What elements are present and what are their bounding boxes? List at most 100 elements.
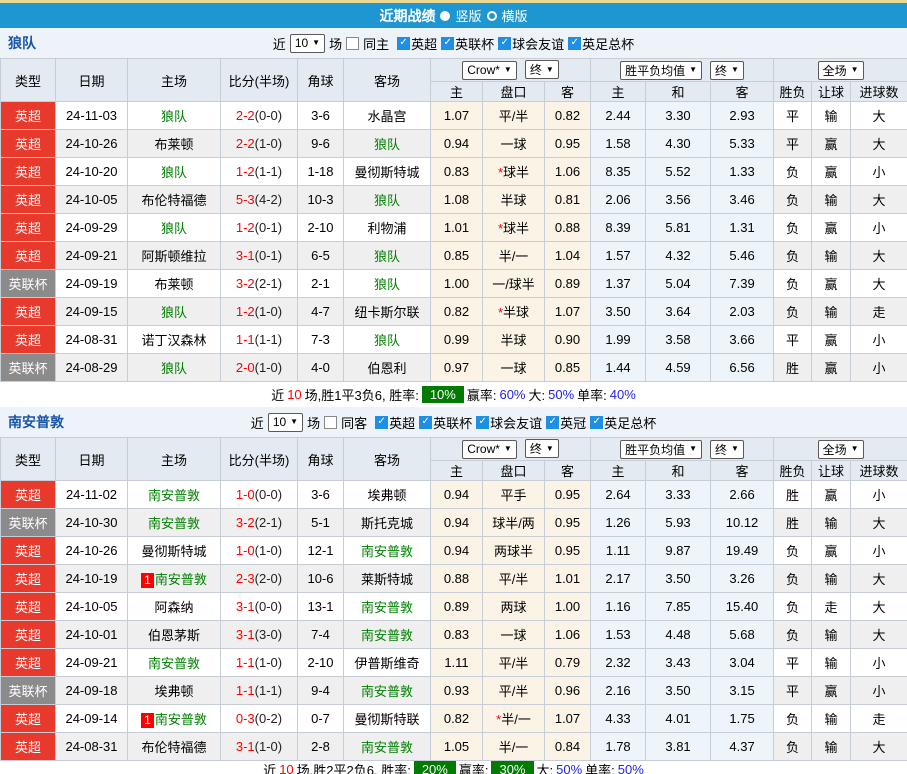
- home-team: 诺丁汉森林: [128, 326, 221, 354]
- league-badge: 英超: [1, 705, 56, 733]
- match-date: 24-11-02: [56, 481, 128, 509]
- euro-odds-draw: 3.30: [646, 102, 711, 130]
- match-date: 24-09-21: [56, 242, 128, 270]
- league-checkbox-label[interactable]: 英足总杯: [582, 34, 634, 53]
- halftime-score: (1-0): [255, 304, 282, 319]
- result-handicap: 输: [812, 102, 851, 130]
- same-venue-label[interactable]: 同客: [341, 413, 367, 432]
- vertical-layout-label[interactable]: 竖版: [455, 6, 481, 25]
- league-checkbox-label[interactable]: 球会友谊: [490, 413, 542, 432]
- red-card-badge: 1: [141, 713, 154, 728]
- scope-select[interactable]: 全场▼: [818, 440, 864, 459]
- result-wdl: 平: [774, 130, 812, 158]
- vertical-layout-radio[interactable]: [440, 11, 450, 21]
- fulltime-score: 3-1: [236, 739, 255, 754]
- col-euro-home: 主: [591, 82, 646, 102]
- corner-score: 10-3: [298, 186, 344, 214]
- league-checkbox[interactable]: ✓: [419, 416, 432, 429]
- halftime-score: (3-0): [255, 627, 282, 642]
- league-checkbox[interactable]: ✓: [476, 416, 489, 429]
- odds-stage-select[interactable]: 终▼: [525, 439, 559, 458]
- league-checkbox[interactable]: ✓: [375, 416, 388, 429]
- handicap-line-text: 平/半: [499, 109, 529, 124]
- match-row: 英联杯24-09-19布莱顿3-2(2-1)2-1狼队1.00一/球半0.891…: [1, 270, 907, 298]
- league-checkbox-label[interactable]: 英足总杯: [604, 413, 656, 432]
- league-filter-group: ✓英超✓英联杯✓球会友谊✓英冠✓英足总杯: [371, 413, 656, 432]
- result-goals: 大: [851, 733, 907, 761]
- home-team: 布伦特福德: [128, 186, 221, 214]
- home-team-name: 曼彻斯特城: [141, 544, 206, 559]
- handicap-odds-away: 0.95: [545, 509, 591, 537]
- corner-score: 3-6: [298, 102, 344, 130]
- result-handicap: 赢: [812, 537, 851, 565]
- match-date: 24-11-03: [56, 102, 128, 130]
- result-goals: 小: [851, 537, 907, 565]
- score: 3-1(0-0): [221, 593, 298, 621]
- chevron-down-icon: ▼: [731, 66, 739, 74]
- handicap-line-text: 半/一: [501, 712, 531, 727]
- scope-select[interactable]: 全场▼: [818, 61, 864, 80]
- euro-provider-select[interactable]: 胜平负均值▼: [620, 440, 702, 459]
- same-venue-label[interactable]: 同主: [363, 34, 389, 53]
- match-date: 24-10-19: [56, 565, 128, 593]
- match-date: 24-10-05: [56, 593, 128, 621]
- league-badge: 英超: [1, 621, 56, 649]
- fulltime-score: 1-0: [236, 487, 255, 502]
- handicap-odds-home: 0.85: [431, 242, 483, 270]
- away-team: 南安普敦: [344, 537, 431, 565]
- result-handicap: 输: [812, 705, 851, 733]
- fulltime-score: 3-1: [236, 627, 255, 642]
- home-team: 阿森纳: [128, 593, 221, 621]
- league-checkbox-label[interactable]: 英冠: [560, 413, 586, 432]
- euro-stage-select[interactable]: 终▼: [710, 61, 744, 80]
- score: 5-3(4-2): [221, 186, 298, 214]
- odds-stage-select[interactable]: 终▼: [525, 60, 559, 79]
- same-venue-checkbox[interactable]: [346, 37, 359, 50]
- horizontal-layout-label[interactable]: 横版: [502, 6, 528, 25]
- result-wdl: 负: [774, 214, 812, 242]
- score: 1-2(0-1): [221, 214, 298, 242]
- home-team-name: 诺丁汉森林: [141, 333, 206, 348]
- league-checkbox-label[interactable]: 英联杯: [455, 34, 494, 53]
- euro-stage-select[interactable]: 终▼: [710, 440, 744, 459]
- col-euro-away: 客: [711, 461, 774, 481]
- match-row: 英超24-09-15狼队1-2(1-0)4-7纽卡斯尔联0.82*半球1.073…: [1, 298, 907, 326]
- same-venue-checkbox[interactable]: [324, 416, 337, 429]
- euro-odds-away: 5.33: [711, 130, 774, 158]
- league-checkbox[interactable]: ✓: [441, 37, 454, 50]
- horizontal-layout-radio[interactable]: [487, 11, 497, 21]
- recent-count-select[interactable]: 10▼: [268, 413, 303, 432]
- league-checkbox[interactable]: ✓: [568, 37, 581, 50]
- league-checkbox[interactable]: ✓: [546, 416, 559, 429]
- match-row: 英超24-10-191南安普敦2-3(2-0)10-6莱斯特城0.88平/半1.…: [1, 565, 907, 593]
- odds-provider-select[interactable]: Crow*▼: [462, 61, 517, 80]
- euro-provider-select[interactable]: 胜平负均值▼: [620, 61, 702, 80]
- match-row: 英超24-10-26曼彻斯特城1-0(1-0)12-1南安普敦0.94两球半0.…: [1, 537, 907, 565]
- handicap-line-text: 半球: [500, 333, 526, 348]
- halftime-score: (0-1): [255, 220, 282, 235]
- halftime-score: (1-1): [255, 332, 282, 347]
- fulltime-score: 3-2: [236, 515, 255, 530]
- league-checkbox-label[interactable]: 英超: [389, 413, 415, 432]
- match-row: 英联杯24-08-29狼队2-0(1-0)4-0伯恩利0.97一球0.851.4…: [1, 354, 907, 382]
- league-checkbox[interactable]: ✓: [397, 37, 410, 50]
- league-badge: 英超: [1, 214, 56, 242]
- home-team: 南安普敦: [128, 481, 221, 509]
- matches-table-southampton: 类型 日期 主场 比分(半场) 角球 客场 Crow*▼终▼ 胜平负均值▼终▼ …: [0, 437, 907, 761]
- halftime-score: (0-0): [255, 599, 282, 614]
- league-checkbox-label[interactable]: 英联杯: [433, 413, 472, 432]
- recent-count-select[interactable]: 10▼: [290, 34, 325, 53]
- euro-odds-draw: 4.32: [646, 242, 711, 270]
- away-team: 狼队: [344, 270, 431, 298]
- league-checkbox[interactable]: ✓: [590, 416, 603, 429]
- match-row: 英超24-10-05阿森纳3-1(0-0)13-1南安普敦0.89两球1.001…: [1, 593, 907, 621]
- league-checkbox-label[interactable]: 英超: [411, 34, 437, 53]
- odds-provider-select[interactable]: Crow*▼: [462, 440, 517, 459]
- corner-score: 10-6: [298, 565, 344, 593]
- home-team: 南安普敦: [128, 649, 221, 677]
- handicap-odds-away: 1.01: [545, 565, 591, 593]
- league-checkbox-label[interactable]: 球会友谊: [512, 34, 564, 53]
- result-goals: 小: [851, 354, 907, 382]
- league-checkbox[interactable]: ✓: [498, 37, 511, 50]
- handicap-odds-home: 0.94: [431, 509, 483, 537]
